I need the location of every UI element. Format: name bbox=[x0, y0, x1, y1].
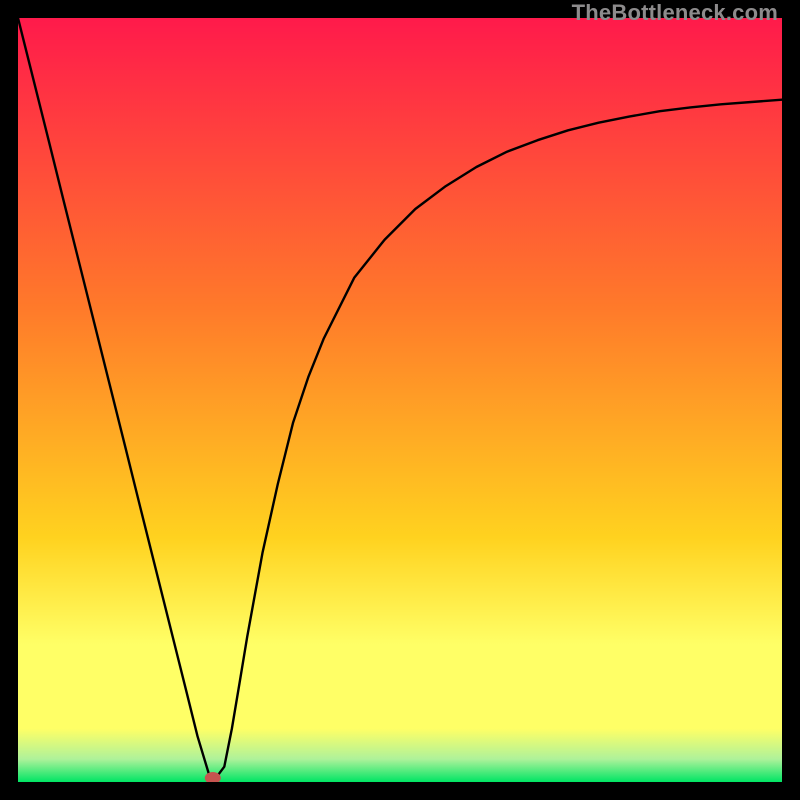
watermark-text: TheBottleneck.com bbox=[572, 0, 778, 26]
gradient-background bbox=[18, 18, 782, 782]
bottleneck-chart bbox=[18, 18, 782, 782]
chart-frame bbox=[18, 18, 782, 782]
